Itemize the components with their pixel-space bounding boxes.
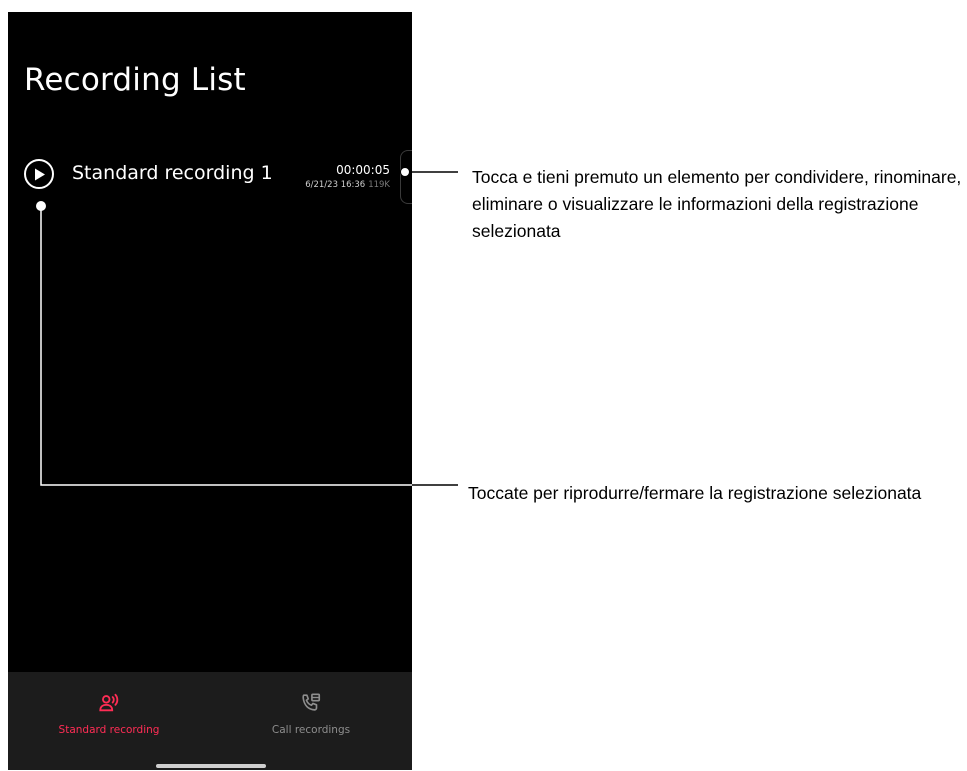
play-icon — [35, 168, 45, 181]
phone-screen: Recording List Standard recording 1 00:0… — [8, 12, 412, 770]
phone-recording-icon — [302, 693, 321, 711]
bottom-navigation: Standard recording Call recordings — [8, 672, 412, 770]
tab-standard-recording[interactable]: Standard recording — [8, 686, 210, 746]
page-title: Recording List — [24, 62, 246, 98]
annotation-long-press: Tocca e tieni premuto un elemento per co… — [472, 167, 962, 241]
recording-datetime: 6/21/23 16:36 — [305, 180, 366, 190]
tab-call-recordings-label: Call recordings — [271, 724, 351, 736]
home-indicator[interactable] — [156, 764, 266, 768]
recording-size: 119K — [368, 180, 390, 190]
recording-list-item[interactable]: Standard recording 1 00:00:05 6/21/23 16… — [8, 152, 400, 202]
fast-scroll-handle[interactable] — [400, 150, 412, 204]
tab-call-recordings[interactable]: Call recordings — [210, 686, 412, 746]
annotation-play-stop: Toccate per riprodurre/fermare la regist… — [468, 483, 922, 503]
page: Recording List Standard recording 1 00:0… — [0, 0, 967, 771]
recording-duration: 00:00:05 — [336, 163, 390, 177]
tab-standard-recording-label: Standard recording — [58, 724, 160, 736]
recording-meta: 6/21/23 16:36 119K — [305, 180, 390, 190]
recording-name: Standard recording 1 — [72, 162, 273, 184]
microphone-person-icon — [99, 693, 119, 712]
play-button[interactable] — [24, 159, 54, 189]
